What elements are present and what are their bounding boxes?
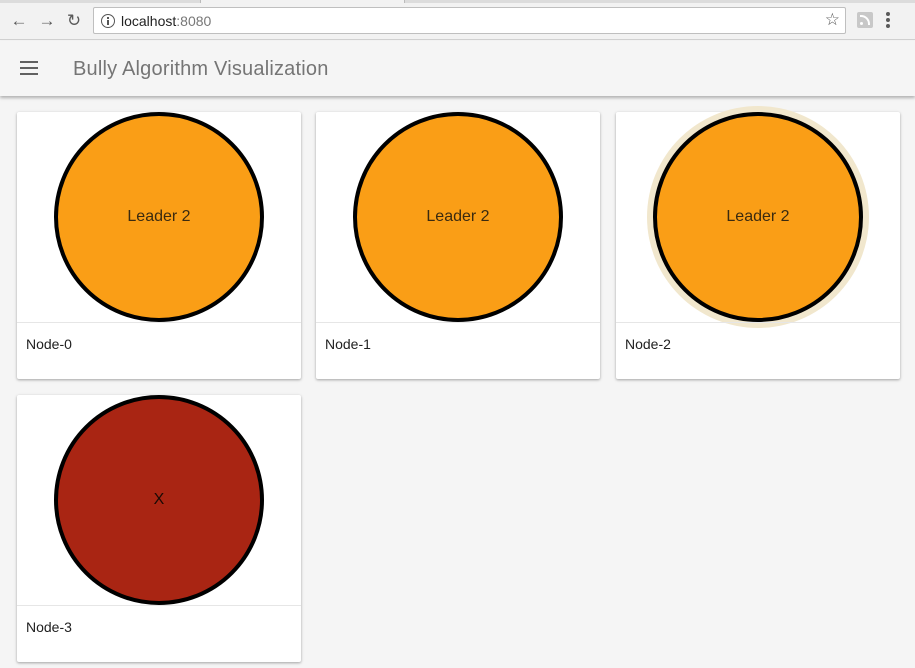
node-card: Leader 2 Node-0 <box>17 112 301 379</box>
node-card: X Node-3 <box>17 395 301 662</box>
page-title: Bully Algorithm Visualization <box>73 58 329 80</box>
hamburger-menu-icon[interactable] <box>20 61 38 75</box>
forward-arrow-icon[interactable]: → <box>37 10 57 30</box>
url-text: localhost:8080 <box>121 13 211 29</box>
bookmark-star-icon[interactable]: ☆ <box>825 11 840 28</box>
address-bar[interactable]: localhost:8080 ☆ <box>93 7 846 34</box>
node-circle[interactable]: X <box>54 395 264 605</box>
node-card: Leader 2 Node-2 <box>616 112 900 379</box>
node-label: Node-0 <box>26 336 72 352</box>
card-divider <box>17 322 301 323</box>
node-state-text: X <box>153 491 165 508</box>
node-media: X <box>17 395 301 605</box>
url-host: localhost <box>121 13 177 29</box>
tab-strip <box>0 0 915 3</box>
browser-toolbar: ← → ↻ localhost:8080 ☆ <box>0 0 915 40</box>
node-label: Node-2 <box>625 336 671 352</box>
card-divider <box>316 322 600 323</box>
node-media: Leader 2 <box>316 112 600 322</box>
node-card: Leader 2 Node-1 <box>316 112 600 379</box>
app-toolbar: Bully Algorithm Visualization <box>0 41 915 96</box>
node-label: Node-3 <box>26 619 72 635</box>
active-tab[interactable] <box>200 0 405 3</box>
url-port: :8080 <box>176 13 212 29</box>
node-media: Leader 2 <box>17 112 301 322</box>
reload-icon[interactable]: ↻ <box>64 10 84 30</box>
node-media: Leader 2 <box>616 112 900 322</box>
node-state-text: Leader 2 <box>127 208 191 225</box>
card-divider <box>616 322 900 323</box>
card-divider <box>17 605 301 606</box>
node-label: Node-1 <box>325 336 371 352</box>
node-state-text: Leader 2 <box>726 208 790 225</box>
browser-menu-icon[interactable] <box>886 12 890 28</box>
node-state-text: Leader 2 <box>426 208 490 225</box>
info-icon[interactable] <box>101 14 115 28</box>
node-circle[interactable]: Leader 2 <box>653 112 863 322</box>
node-grid: Leader 2 Node-0 Leader 2 Node-1 Leader 2… <box>0 96 915 668</box>
node-circle[interactable]: Leader 2 <box>54 112 264 322</box>
rss-extension-icon[interactable] <box>857 12 873 28</box>
node-circle[interactable]: Leader 2 <box>353 112 563 322</box>
back-arrow-icon[interactable]: ← <box>9 10 29 30</box>
